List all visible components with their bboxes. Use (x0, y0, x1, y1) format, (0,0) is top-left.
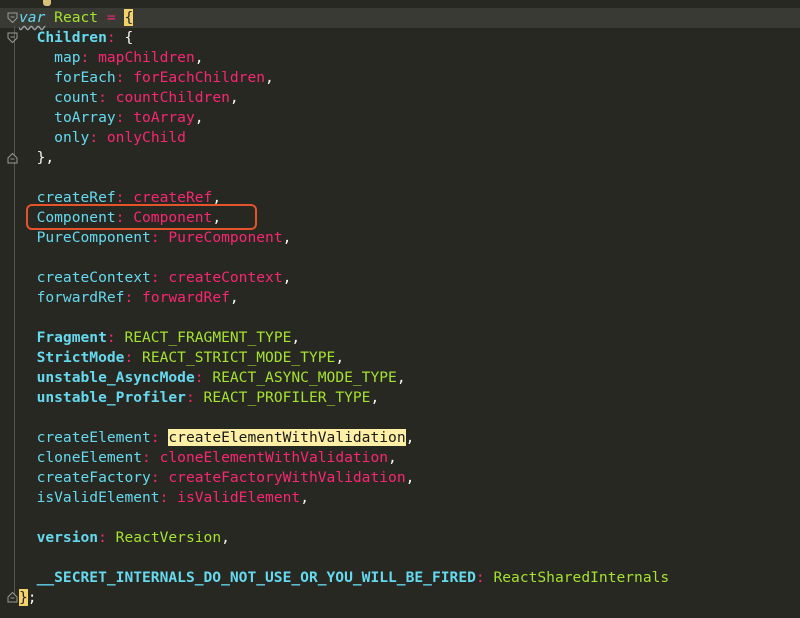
code-line[interactable]: PureComponent: PureComponent, (19, 228, 292, 248)
fold-guide (14, 162, 15, 594)
close-brace: } (19, 589, 28, 606)
code-line[interactable]: }; (19, 588, 37, 608)
code-line[interactable]: count: countChildren, (19, 88, 239, 108)
fold-open-icon[interactable] (6, 32, 18, 44)
fold-open-icon[interactable] (6, 12, 18, 24)
code-line[interactable]: forwardRef: forwardRef, (19, 288, 239, 308)
fold-close-icon[interactable] (6, 591, 18, 603)
code-line[interactable]: StrictMode: REACT_STRICT_MODE_TYPE, (19, 348, 345, 368)
code-line[interactable]: cloneElement: cloneElementWithValidation… (19, 448, 397, 468)
code-line[interactable]: toArray: toArray, (19, 108, 203, 128)
code-line[interactable]: map: mapChildren, (19, 48, 203, 68)
operator-equals: = (98, 9, 125, 26)
code-line[interactable]: }, (19, 148, 55, 168)
code-line[interactable]: Fragment: REACT_FRAGMENT_TYPE, (19, 328, 301, 348)
code-line[interactable]: only: onlyChild (19, 128, 186, 148)
code-line[interactable]: unstable_AsyncMode: REACT_ASYNC_MODE_TYP… (19, 368, 406, 388)
code-line[interactable]: createElement: createElementWithValidati… (19, 428, 414, 448)
code-line[interactable]: createContext: createContext, (19, 268, 292, 288)
code-line[interactable]: createFactory: createFactoryWithValidati… (19, 468, 415, 488)
open-brace: { (124, 9, 134, 26)
property-key: Children (36, 29, 107, 46)
code-line[interactable]: forEach: forEachChildren, (19, 68, 274, 88)
identifier-react: React (54, 9, 99, 26)
fold-close-icon[interactable] (6, 152, 18, 164)
keyword-var: var (19, 9, 46, 26)
code-line[interactable]: isValidElement: isValidElement, (19, 488, 309, 508)
fold-guide (14, 26, 15, 156)
code-line[interactable]: Children: { (19, 28, 134, 48)
lightbulb-icon[interactable] (43, 0, 51, 6)
code-line[interactable]: __SECRET_INTERNALS_DO_NOT_USE_OR_YOU_WIL… (19, 568, 670, 588)
highlighted-word: createElementWithValidation (168, 429, 406, 446)
code-line[interactable]: unstable_Profiler: REACT_PROFILER_TYPE, (19, 388, 380, 408)
annotation-box (26, 204, 257, 230)
code-line[interactable]: version: ReactVersion, (19, 528, 230, 548)
code-line[interactable]: var React = { (19, 8, 134, 28)
code-editor[interactable]: var React = { Children: { map: mapChildr… (0, 0, 800, 618)
